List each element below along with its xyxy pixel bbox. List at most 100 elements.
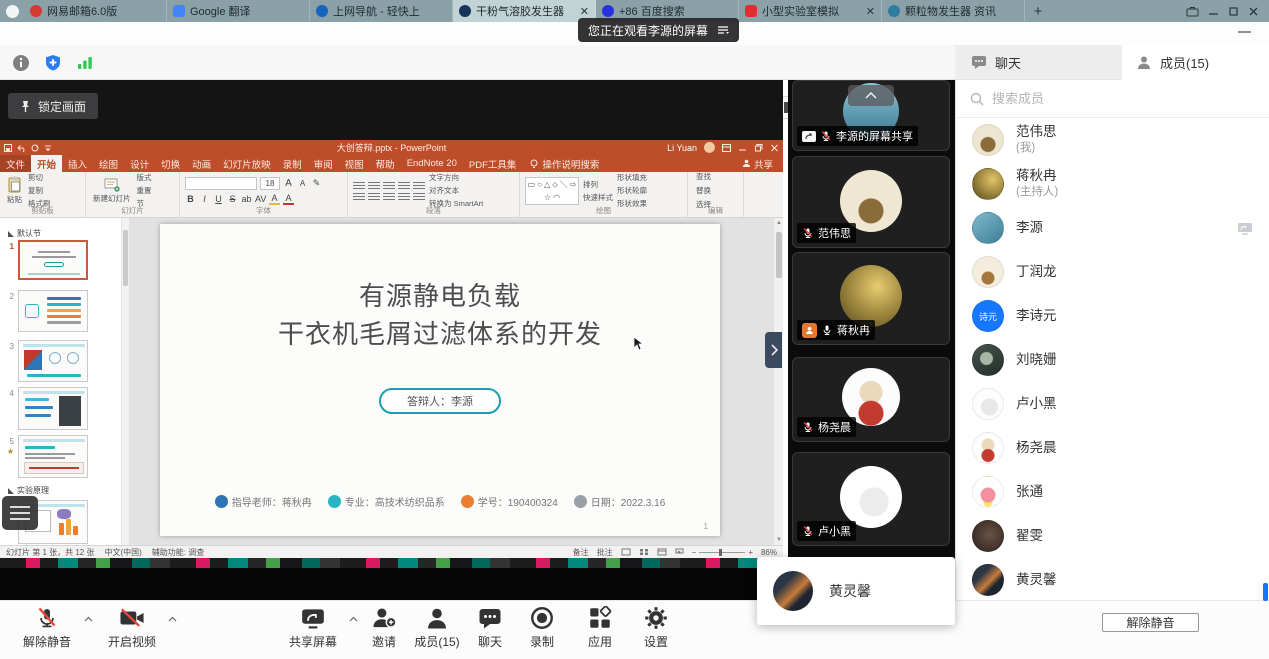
member-list-scrollbar[interactable] (1263, 583, 1268, 601)
highlight-icon[interactable]: A (269, 193, 280, 205)
video-tile-fanweisi[interactable]: 范伟思 (792, 156, 950, 248)
settings-control[interactable]: 设置 (632, 606, 680, 650)
reset-button[interactable]: 重置 (137, 185, 152, 196)
slide-thumbnail-2[interactable] (18, 290, 88, 332)
member-row[interactable]: 丁润龙 (956, 250, 1269, 294)
meeting-info-icon[interactable] (10, 52, 32, 74)
shrink-font-icon[interactable]: A (297, 179, 308, 188)
slide-thumbnail-3[interactable] (18, 340, 88, 382)
ppt-account-avatar[interactable] (704, 142, 715, 153)
text-direction-button[interactable]: 文字方向 (429, 172, 483, 183)
ribbon-tab-animations[interactable]: 动画 (186, 155, 217, 172)
zoom-slider[interactable]: −+ (692, 548, 753, 557)
member-row[interactable]: 杨尧晨 (956, 426, 1269, 470)
tab-members[interactable]: 成员(15) (1122, 45, 1269, 80)
network-signal-icon[interactable] (74, 52, 96, 74)
member-row[interactable]: 张通 (956, 470, 1269, 514)
member-row[interactable]: 翟雯 (956, 514, 1269, 558)
tab-close-icon[interactable]: ✕ (866, 5, 875, 18)
browser-tab-mail[interactable]: 网易邮箱6.0版 (24, 0, 167, 22)
arrange-button[interactable]: 排列 (583, 179, 613, 190)
ppt-minimize-icon[interactable] (738, 144, 747, 152)
clear-format-icon[interactable]: ✎ (311, 178, 322, 189)
align-text-button[interactable]: 对齐文本 (429, 185, 483, 196)
columns-icon[interactable] (413, 192, 425, 200)
search-members-input[interactable] (992, 91, 1255, 106)
reading-view-icon[interactable] (657, 548, 667, 556)
browser-tab-nav[interactable]: 上网导航 - 轻快上 (310, 0, 453, 22)
ppt-close-icon[interactable] (770, 144, 779, 152)
member-row[interactable]: 李源 (956, 206, 1269, 250)
cut-button[interactable]: 剪切 (28, 172, 51, 183)
expand-panel-button[interactable] (765, 332, 782, 368)
slide-thumbnail-1[interactable] (18, 240, 88, 280)
find-button[interactable]: 查找 (696, 171, 711, 182)
line-spacing-icon[interactable] (413, 181, 425, 189)
shape-outline-button[interactable]: 形状轮廓 (617, 185, 647, 196)
chat-control[interactable]: 聊天 (466, 606, 514, 650)
member-row[interactable]: 刘晓姗 (956, 338, 1269, 382)
browser-tab-translate[interactable]: Google 翻译 (167, 0, 310, 22)
ppt-share-button[interactable]: 共享 (732, 155, 783, 172)
strikethrough-icon[interactable]: S (227, 194, 238, 204)
replace-button[interactable]: 替换 (696, 185, 711, 196)
text-shadow-icon[interactable]: ab (241, 194, 252, 204)
numbering-icon[interactable] (368, 181, 380, 189)
new-tab-button[interactable]: + (1025, 0, 1051, 22)
slide-sorter-icon[interactable] (639, 548, 649, 556)
slideshow-icon[interactable] (675, 548, 684, 556)
member-row[interactable]: 诗元 李诗元 (956, 294, 1269, 338)
member-row[interactable]: 蒋秋冉(主持人) (956, 162, 1269, 206)
browser-tab-aerosol[interactable]: 干粉气溶胶发生器 ✕ (453, 0, 596, 22)
unmute-control[interactable]: 解除静音 (12, 606, 82, 650)
close-icon[interactable] (1248, 6, 1259, 17)
ribbon-tab-pdf[interactable]: PDF工具集 (463, 155, 523, 172)
video-tile-screen-share[interactable]: 李源的屏幕共享 (792, 80, 950, 151)
mic-options-chevron[interactable] (84, 616, 93, 622)
video-tile-yangyaochen[interactable]: 杨尧晨 (792, 357, 950, 442)
justify-icon[interactable] (398, 192, 410, 200)
align-left-icon[interactable] (353, 192, 365, 200)
align-center-icon[interactable] (368, 192, 380, 200)
speaker-popup[interactable]: 黄灵馨 (757, 557, 955, 625)
ribbon-tab-record[interactable]: 录制 (277, 155, 308, 172)
invite-control[interactable]: 邀请 (360, 606, 408, 650)
ribbon-tab-review[interactable]: 审阅 (308, 155, 339, 172)
paste-button[interactable]: 粘贴 (5, 175, 24, 206)
video-tile-luxiaohei[interactable]: 卢小黑 (792, 452, 950, 546)
ribbon-tab-insert[interactable]: 插入 (62, 155, 93, 172)
grow-font-icon[interactable]: A (283, 178, 294, 189)
panel-unmute-button[interactable]: 解除静音 (1102, 613, 1199, 632)
ribbon-tab-view[interactable]: 视图 (339, 155, 370, 172)
ribbon-tab-endnote[interactable]: EndNote 20 (401, 155, 463, 172)
comments-toggle[interactable]: 批注 (597, 547, 613, 558)
underline-icon[interactable]: U (213, 194, 224, 204)
ribbon-tab-slideshow[interactable]: 幻灯片放映 (217, 155, 277, 172)
security-shield-icon[interactable] (42, 52, 64, 74)
maximize-icon[interactable] (1228, 6, 1239, 17)
shape-fill-button[interactable]: 形状填充 (617, 172, 647, 183)
notes-toggle[interactable]: 备注 (573, 547, 589, 558)
ribbon-tab-home[interactable]: 开始 (31, 155, 62, 172)
apps-control[interactable]: 应用 (576, 606, 624, 650)
ppt-restore-icon[interactable] (754, 144, 763, 152)
font-color-icon[interactable]: A (283, 193, 294, 205)
meeting-minimize-button[interactable] (1238, 31, 1251, 33)
banner-menu-icon[interactable] (717, 25, 729, 35)
browser-logo-icon[interactable] (0, 0, 24, 22)
language-indicator[interactable]: 中文(中国) (104, 547, 141, 558)
bold-icon[interactable]: B (185, 194, 196, 204)
ribbon-tab-design[interactable]: 设计 (124, 155, 155, 172)
slide-thumbnail-4[interactable] (18, 387, 88, 430)
slide-scrollbar[interactable]: ▲▼ (773, 218, 783, 545)
char-spacing-icon[interactable]: AV (255, 194, 266, 204)
member-row[interactable]: 卢小黑 (956, 382, 1269, 426)
section-experiment[interactable]: 实验原理 (8, 485, 49, 496)
bullets-icon[interactable] (353, 181, 365, 189)
thumbnail-scrollbar[interactable] (121, 218, 129, 545)
browser-tab-particle[interactable]: 颗粒物发生器 资讯 (882, 0, 1025, 22)
quick-styles-button[interactable]: 快速样式 (583, 192, 613, 203)
member-row[interactable]: 范伟思(我) (956, 118, 1269, 162)
layout-button[interactable]: 版式 (137, 172, 152, 183)
lock-view-button[interactable]: 锁定画面 (8, 93, 98, 119)
